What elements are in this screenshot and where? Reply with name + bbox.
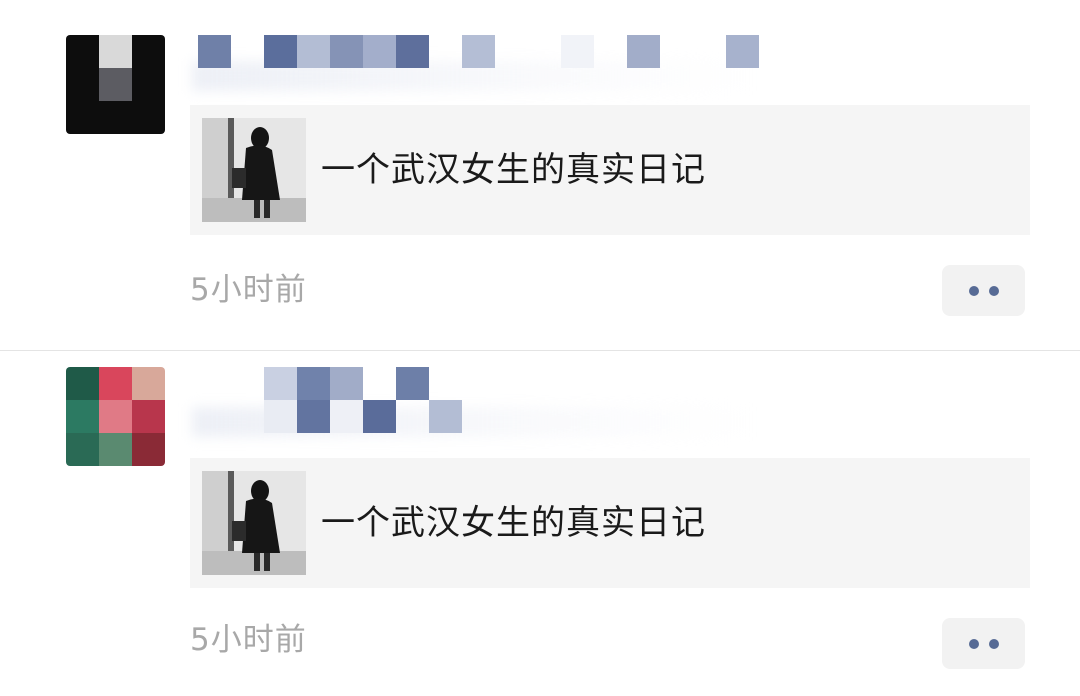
moment-post: 一个武汉女生的真实日记 5小时前 xyxy=(0,0,1080,350)
avatar-pixel xyxy=(132,400,165,433)
avatar-pixel xyxy=(132,35,165,68)
avatar-pixel xyxy=(66,68,99,101)
moment-post: 一个武汉女生的真实日记 5小时前 xyxy=(0,351,1080,696)
more-dots-icon xyxy=(964,285,1004,296)
avatar[interactable] xyxy=(66,367,165,466)
avatar-pixel xyxy=(132,101,165,134)
avatar-pixel xyxy=(99,101,132,134)
avatar-pixel xyxy=(132,367,165,400)
shared-article-card[interactable]: 一个武汉女生的真实日记 xyxy=(190,458,1030,588)
avatar-pixel xyxy=(99,68,132,101)
avatar-pixel xyxy=(99,367,132,400)
avatar-pixel xyxy=(66,35,99,68)
avatar-pixel xyxy=(66,101,99,134)
avatar-pixel xyxy=(66,433,99,466)
avatar-pixel xyxy=(99,400,132,433)
more-button[interactable] xyxy=(942,618,1025,669)
more-dots-icon xyxy=(964,638,1004,649)
avatar-pixel xyxy=(132,433,165,466)
avatar-pixel xyxy=(99,35,132,68)
nickname-pixelated[interactable] xyxy=(192,367,798,437)
shared-article-title: 一个武汉女生的真实日记 xyxy=(321,150,706,190)
avatar-pixel xyxy=(99,433,132,466)
avatar-pixel xyxy=(66,400,99,433)
post-timestamp: 5小时前 xyxy=(190,622,307,658)
avatar[interactable] xyxy=(66,35,165,134)
article-thumbnail xyxy=(202,118,306,222)
article-thumbnail xyxy=(202,471,306,575)
shared-article-card[interactable]: 一个武汉女生的真实日记 xyxy=(190,105,1030,235)
post-timestamp: 5小时前 xyxy=(190,272,307,308)
more-button[interactable] xyxy=(942,265,1025,316)
shared-article-title: 一个武汉女生的真实日记 xyxy=(321,503,706,543)
nickname-pixelated[interactable] xyxy=(192,35,798,101)
avatar-pixel xyxy=(66,367,99,400)
moments-feed: 一个武汉女生的真实日记 5小时前 一个武汉女生的真实日记 5小时前 xyxy=(0,0,1080,696)
avatar-pixel xyxy=(132,68,165,101)
